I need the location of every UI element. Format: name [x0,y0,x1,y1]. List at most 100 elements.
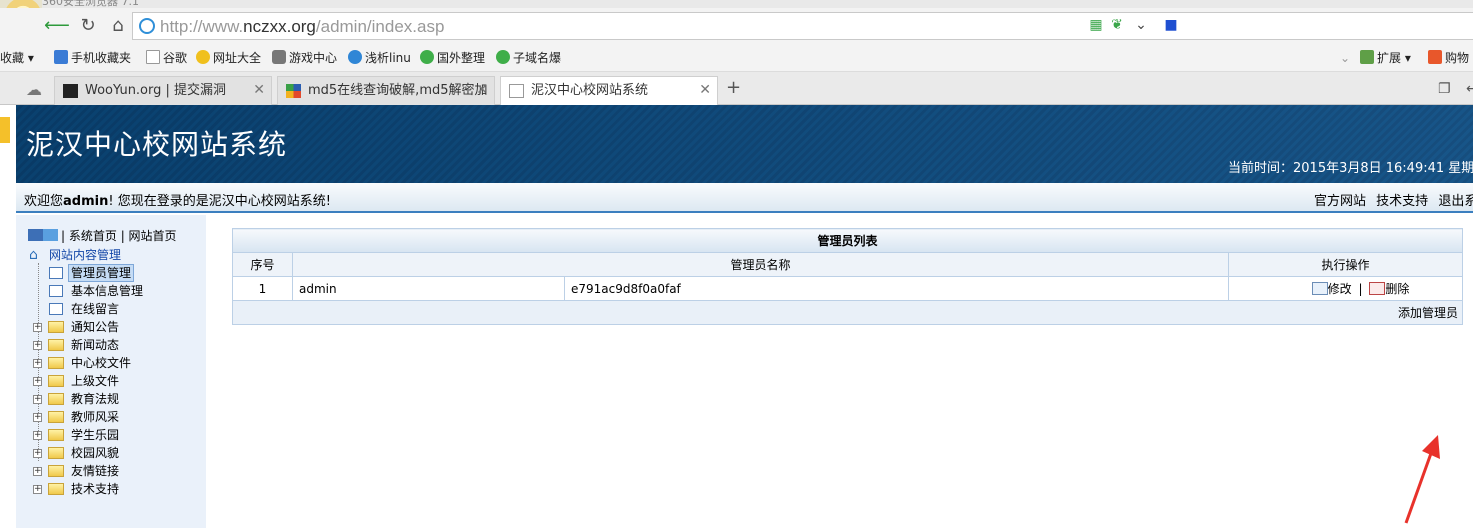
shopping-icon [1428,50,1442,64]
phone-icon [54,50,68,64]
bookmark-subdomain[interactable]: 子域名爆 [496,49,561,67]
welcome-username: admin [63,194,109,209]
back-arrow-icon[interactable]: ⟵ [44,14,70,38]
window-title: 360安全浏览器 7.1 [42,0,139,8]
wooyun-favicon-icon [63,84,78,98]
table-caption: 管理员列表 [232,228,1463,253]
green-circle-icon [420,50,434,64]
home-icon[interactable]: ⌂ [106,14,130,38]
row-index: 1 [232,276,293,301]
close-icon[interactable]: ✕ [699,77,711,104]
address-bar[interactable]: http://www.nczxx.org/admin/index.asp ▦ ❦… [132,12,1473,40]
leaf-icon[interactable]: ❦ [1109,17,1125,33]
folder-icon [48,483,64,495]
add-admin-link[interactable]: 添加管理员 [1398,306,1458,320]
page-icon [49,303,63,315]
welcome-bar: 欢迎您admin! 您现在登录的是泥汉中心校网站系统! 官方网站 技术支持 退出… [16,183,1473,213]
bookmark-extensions[interactable]: 扩展 ▾ [1360,49,1411,67]
expand-plus-icon[interactable]: + [33,395,42,404]
expand-plus-icon[interactable]: + [33,377,42,386]
more-chevron-icon[interactable]: ⌄ [1340,49,1350,67]
page-icon [49,267,63,279]
side-tag[interactable] [0,117,10,143]
delete-icon [1369,282,1386,295]
web-page: 泥汉中心校网站系统 当前时间：2015年3月8日 16:49:41 星期 欢迎您… [0,105,1473,528]
expand-plus-icon[interactable]: + [33,449,42,458]
network-icon [43,229,58,241]
expand-plus-icon[interactable]: + [33,341,42,350]
home-icon: ⌂ [29,247,38,263]
admin-list-table: 管理员列表 序号 管理员名称 执行操作 1 admin e791ac9d8f0a… [232,228,1463,325]
baidu-paw-icon[interactable]: ■ [1163,17,1179,33]
close-icon[interactable]: ✕ [476,77,488,104]
folder-icon [48,393,64,405]
row-password-hash: e791ac9d8f0a0faf [564,276,1229,301]
column-header-index: 序号 [232,252,293,277]
current-time: 当前时间：2015年3月8日 16:49:41 星期 [1228,161,1473,176]
main-content: 管理员列表 序号 管理员名称 执行操作 1 admin e791ac9d8f0a… [232,228,1463,325]
expand-plus-icon[interactable]: + [33,485,42,494]
folder-icon [48,447,64,459]
site-title: 泥汉中心校网站系统 [26,128,288,161]
bookmark-foreign[interactable]: 国外整理 [420,49,485,67]
delete-button[interactable]: 删除 [1369,282,1409,296]
u-circle-icon [348,50,362,64]
plus-circle-icon [196,50,210,64]
page-icon [146,50,160,64]
green-circle-icon [496,50,510,64]
official-site-link[interactable]: 官方网站 [1314,194,1366,209]
welcome-message: 欢迎您admin! 您现在登录的是泥汉中心校网站系统! [24,194,331,209]
tech-support-link[interactable]: 技术支持 [1376,194,1428,209]
bookmark-mobile[interactable]: 手机收藏夹 [54,49,131,67]
table-footer-row: 添加管理员 [232,300,1463,325]
expand-plus-icon[interactable]: + [33,359,42,368]
bookmark-linux[interactable]: 浅析linu [348,49,411,67]
md5-favicon-icon [286,84,301,98]
row-admin-name: admin [292,276,565,301]
close-icon[interactable]: ✕ [253,77,265,104]
refresh-icon[interactable]: ↻ [76,14,100,38]
expand-plus-icon[interactable]: + [33,323,42,332]
expand-plus-icon[interactable]: + [33,431,42,440]
logout-link[interactable]: 退出系 [1438,194,1473,209]
sidebar-top-links: | 系统首页 | 网站首页 [28,227,177,245]
site-home-link[interactable]: | 网站首页 [121,229,177,243]
folder-icon [48,411,64,423]
dropdown-chevron-icon[interactable]: ⌄ [1133,17,1149,33]
system-home-link[interactable]: | 系统首页 [61,229,117,243]
edit-button[interactable]: 修改 [1311,282,1352,296]
expand-plus-icon[interactable]: + [33,413,42,422]
tab-school-system[interactable]: 泥汉中心校网站系统 ✕ [500,76,718,105]
cloud-icon[interactable]: ☁ [26,80,42,99]
page-icon [49,285,63,297]
folder-icon [48,321,64,333]
navigation-bar: ⟵ ↻ ⌂ http://www.nczxx.org/admin/index.a… [0,8,1473,44]
bookmark-google[interactable]: 谷歌 [146,49,187,67]
new-tab-plus-icon[interactable]: + [726,77,741,98]
bookmark-sites[interactable]: 网址大全 [196,49,261,67]
column-header-actions: 执行操作 [1228,252,1463,277]
qr-code-icon[interactable]: ▦ [1088,17,1104,33]
address-url[interactable]: http://www.nczxx.org/admin/index.asp [160,17,444,37]
bookmark-shopping[interactable]: 购物 [1428,49,1469,67]
tab-md5[interactable]: md5在线查询破解,md5解密加 ✕ [277,76,495,105]
table-row: 1 admin e791ac9d8f0a0faf 修改 | 删除 [232,276,1463,301]
tree-root-label: 网站内容管理 [49,248,122,262]
tab-wooyun[interactable]: WooYun.org | 提交漏洞 ✕ [54,76,272,105]
page-favicon-icon [509,84,524,98]
column-header-name: 管理员名称 [292,252,1229,277]
bookmarks-bar: 收藏 ▾ 手机收藏夹 谷歌 网址大全 游戏中心 浅析linu 国外整理 子域名爆… [0,44,1473,72]
bookmark-games[interactable]: 游戏中心 [272,49,337,67]
tab-strip: ☁ WooYun.org | 提交漏洞 ✕ md5在线查询破解,md5解密加 ✕… [0,72,1473,105]
sidebar: | 系统首页 | 网站首页 ⌂ 网站内容管理 管理员管理 基本信息管理 在线留言… [16,215,206,528]
folder-icon [48,429,64,441]
row-actions: 修改 | 删除 [1228,276,1463,301]
tab-list-icon[interactable]: ❐ [1438,81,1451,97]
window-titlebar: 360安全浏览器 7.1 [0,0,1473,8]
red-arrow-annotation [1404,435,1440,524]
expand-plus-icon[interactable]: + [33,467,42,476]
folder-icon [48,339,64,351]
left-arrow-icon[interactable]: ← [1466,81,1473,97]
table-header-row: 序号 管理员名称 执行操作 [232,252,1463,277]
bookmark-favorites[interactable]: 收藏 ▾ [0,49,34,67]
